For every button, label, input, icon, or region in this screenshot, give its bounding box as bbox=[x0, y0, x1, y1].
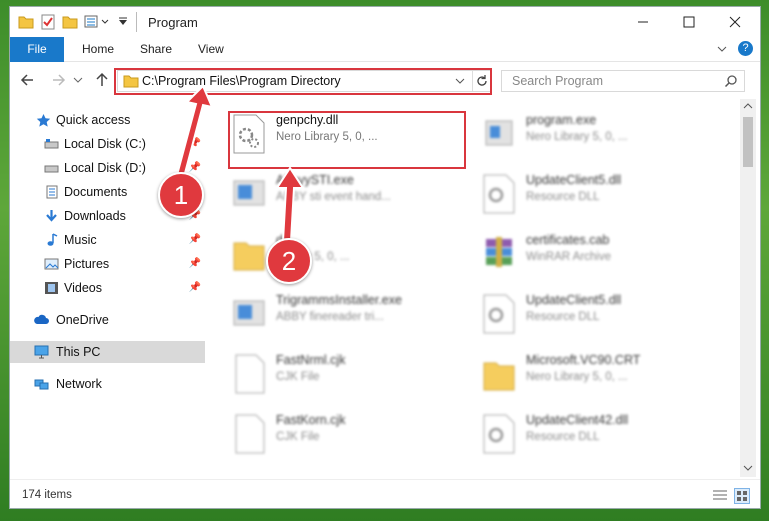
annotation-arrows bbox=[175, 84, 305, 242]
arrow-2 bbox=[275, 166, 305, 242]
arrow-1 bbox=[175, 84, 214, 179]
callout-step-1: 1 bbox=[158, 172, 204, 218]
callout-step-2: 2 bbox=[266, 238, 312, 284]
